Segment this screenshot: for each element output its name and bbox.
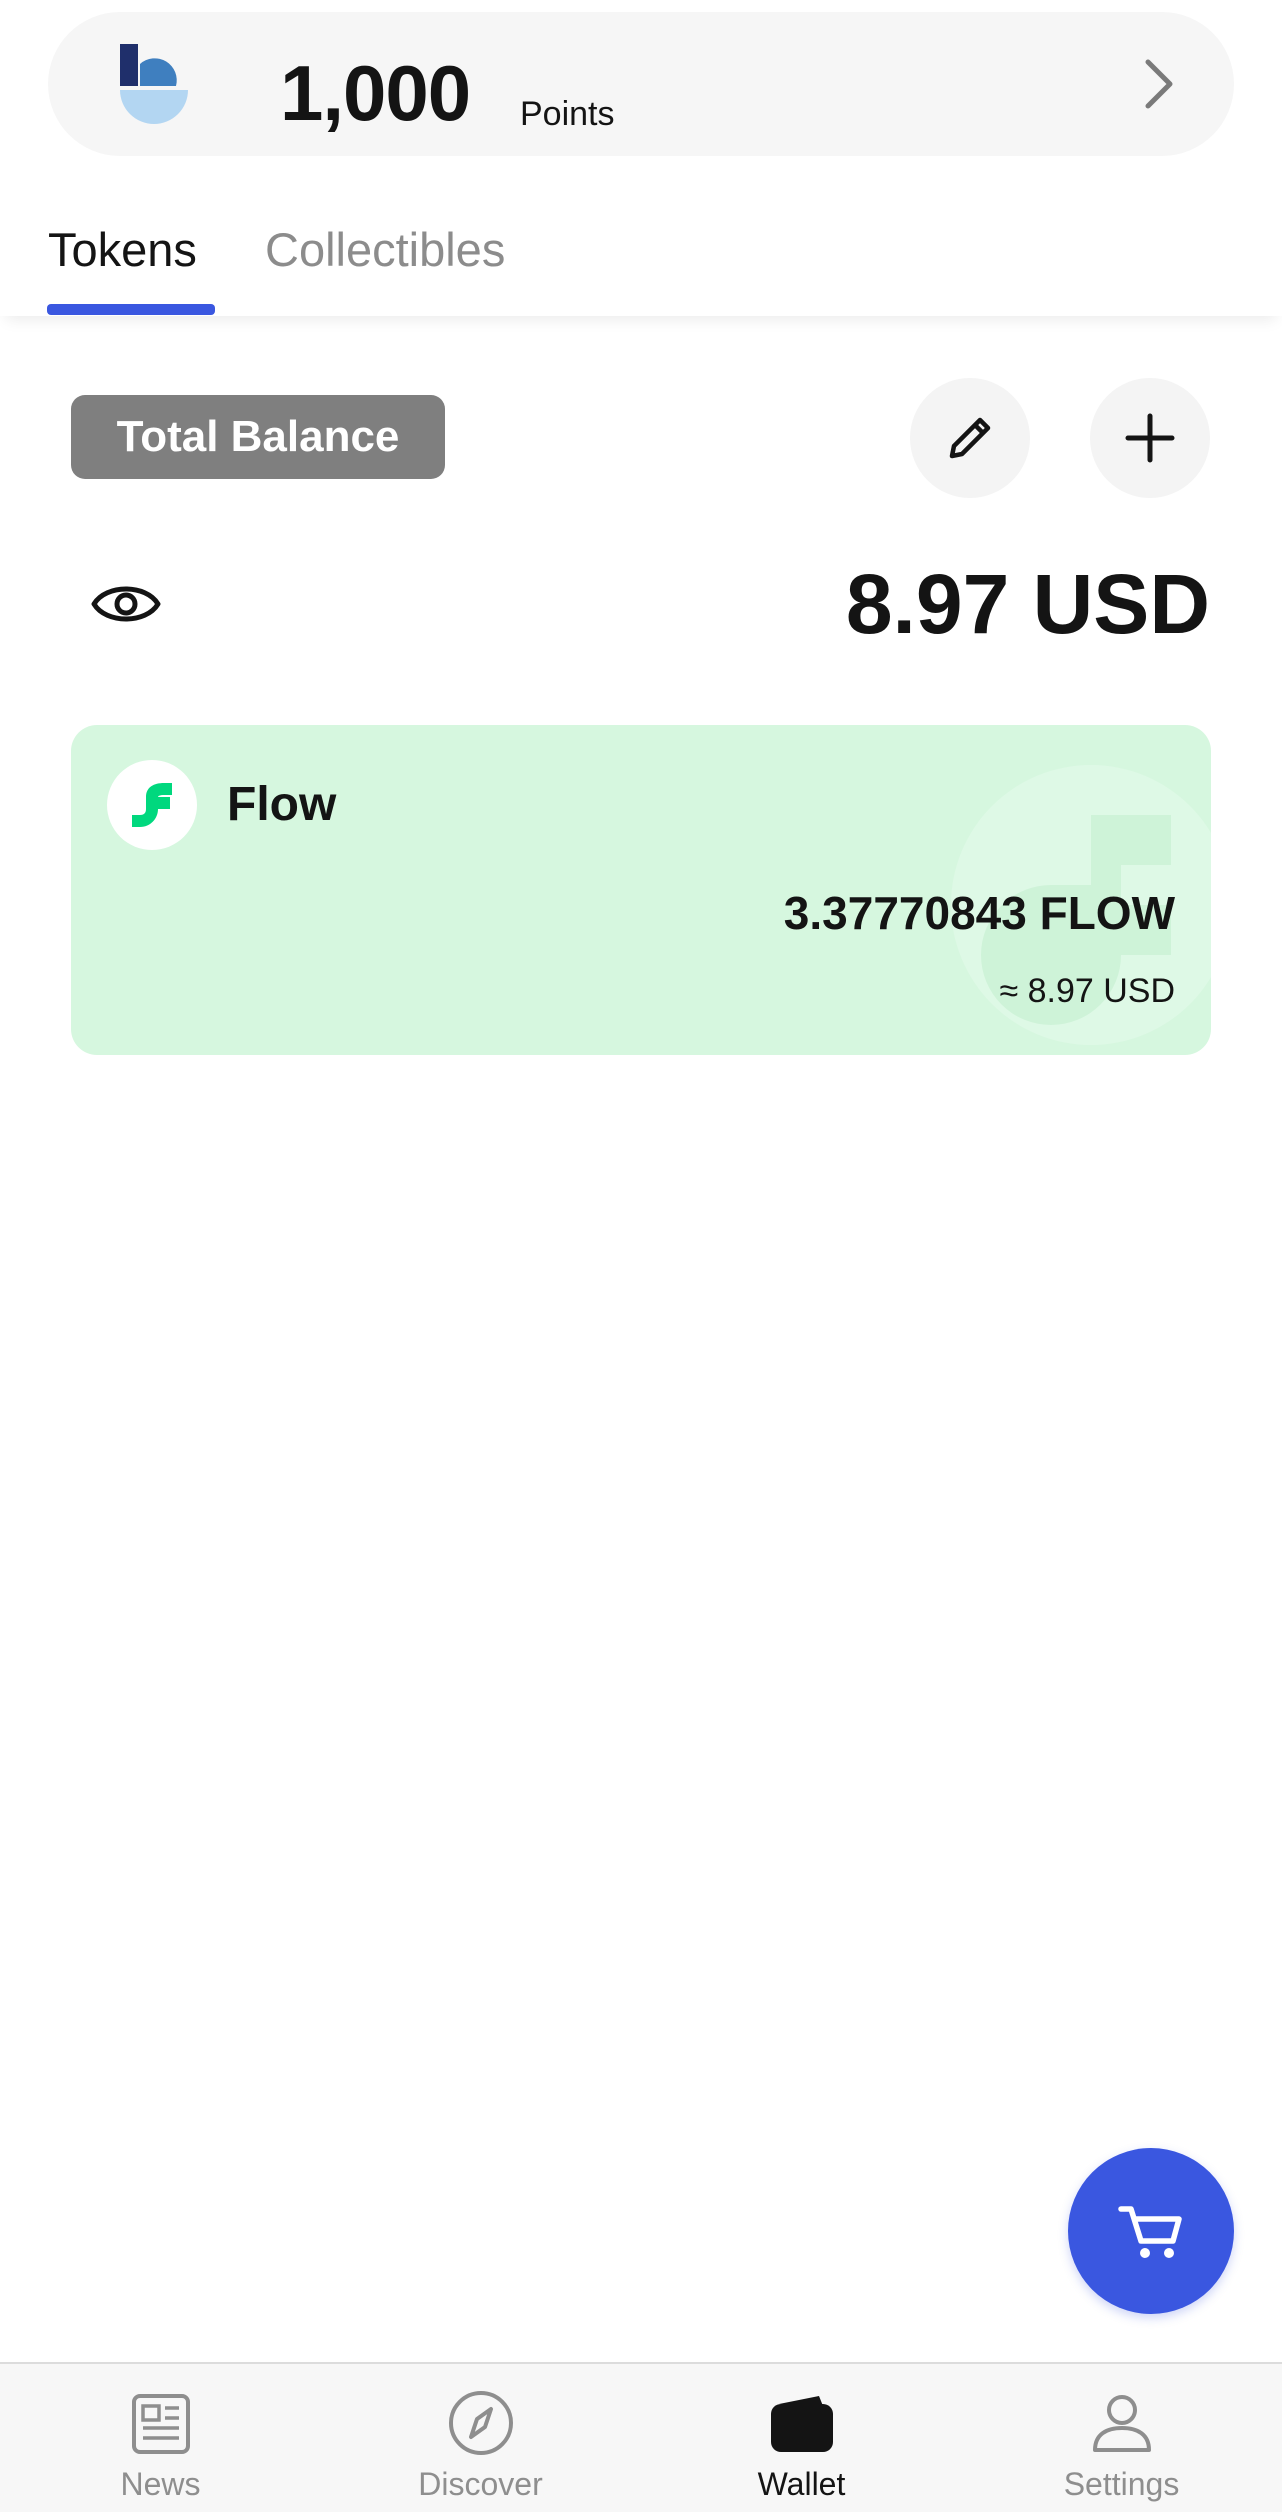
- wallet-icon: [767, 2388, 837, 2458]
- nav-settings-label: Settings: [1063, 2466, 1180, 2502]
- nav-wallet-label: Wallet: [757, 2466, 846, 2502]
- token-amount: 3.37770843 FLOW: [783, 887, 1175, 939]
- flow-logo-icon: [132, 783, 172, 827]
- eye-icon: [91, 586, 161, 622]
- pencil-icon: [949, 417, 991, 459]
- total-balance-amount: 8.97 USD: [845, 557, 1210, 651]
- token-card-flow[interactable]: Flow 3.37770843 FLOW ≈ 8.97 USD: [71, 725, 1211, 1055]
- buy-button[interactable]: [1068, 2148, 1234, 2314]
- nav-settings[interactable]: Settings: [961, 2364, 1282, 2512]
- points-value: 1,000: [280, 49, 471, 137]
- total-balance-badge: Total Balance: [71, 395, 445, 479]
- nav-discover[interactable]: Discover: [320, 2364, 641, 2512]
- news-icon: [126, 2388, 196, 2458]
- user-icon: [1087, 2388, 1157, 2458]
- compass-icon: [446, 2388, 516, 2458]
- flow-logo: [107, 760, 197, 850]
- nav-discover-label: Discover: [418, 2466, 543, 2502]
- points-unit: Points: [520, 95, 615, 133]
- token-name: Flow: [227, 778, 337, 831]
- tab-tokens[interactable]: Tokens: [48, 220, 197, 280]
- toggle-balance-visibility[interactable]: [86, 568, 166, 640]
- tab-bar: Tokens Collectibles: [0, 184, 1282, 316]
- cart-icon: [1118, 2206, 1182, 2258]
- plus-icon: [1125, 413, 1175, 463]
- edit-button[interactable]: [910, 378, 1030, 498]
- nav-news-label: News: [120, 2466, 201, 2502]
- tab-collectibles[interactable]: Collectibles: [265, 220, 505, 280]
- add-token-button[interactable]: [1090, 378, 1210, 498]
- nav-news[interactable]: News: [0, 2364, 321, 2512]
- chevron-right-icon[interactable]: [1126, 52, 1190, 116]
- token-fiat-value: ≈ 8.97 USD: [999, 972, 1175, 1010]
- active-tab-indicator: [47, 304, 215, 315]
- brand-logo-icon: [120, 44, 188, 124]
- nav-wallet[interactable]: Wallet: [641, 2364, 962, 2512]
- points-banner[interactable]: 1,000 Points: [48, 12, 1234, 156]
- bottom-navigation: News Discover Wallet Settings: [0, 2362, 1282, 2512]
